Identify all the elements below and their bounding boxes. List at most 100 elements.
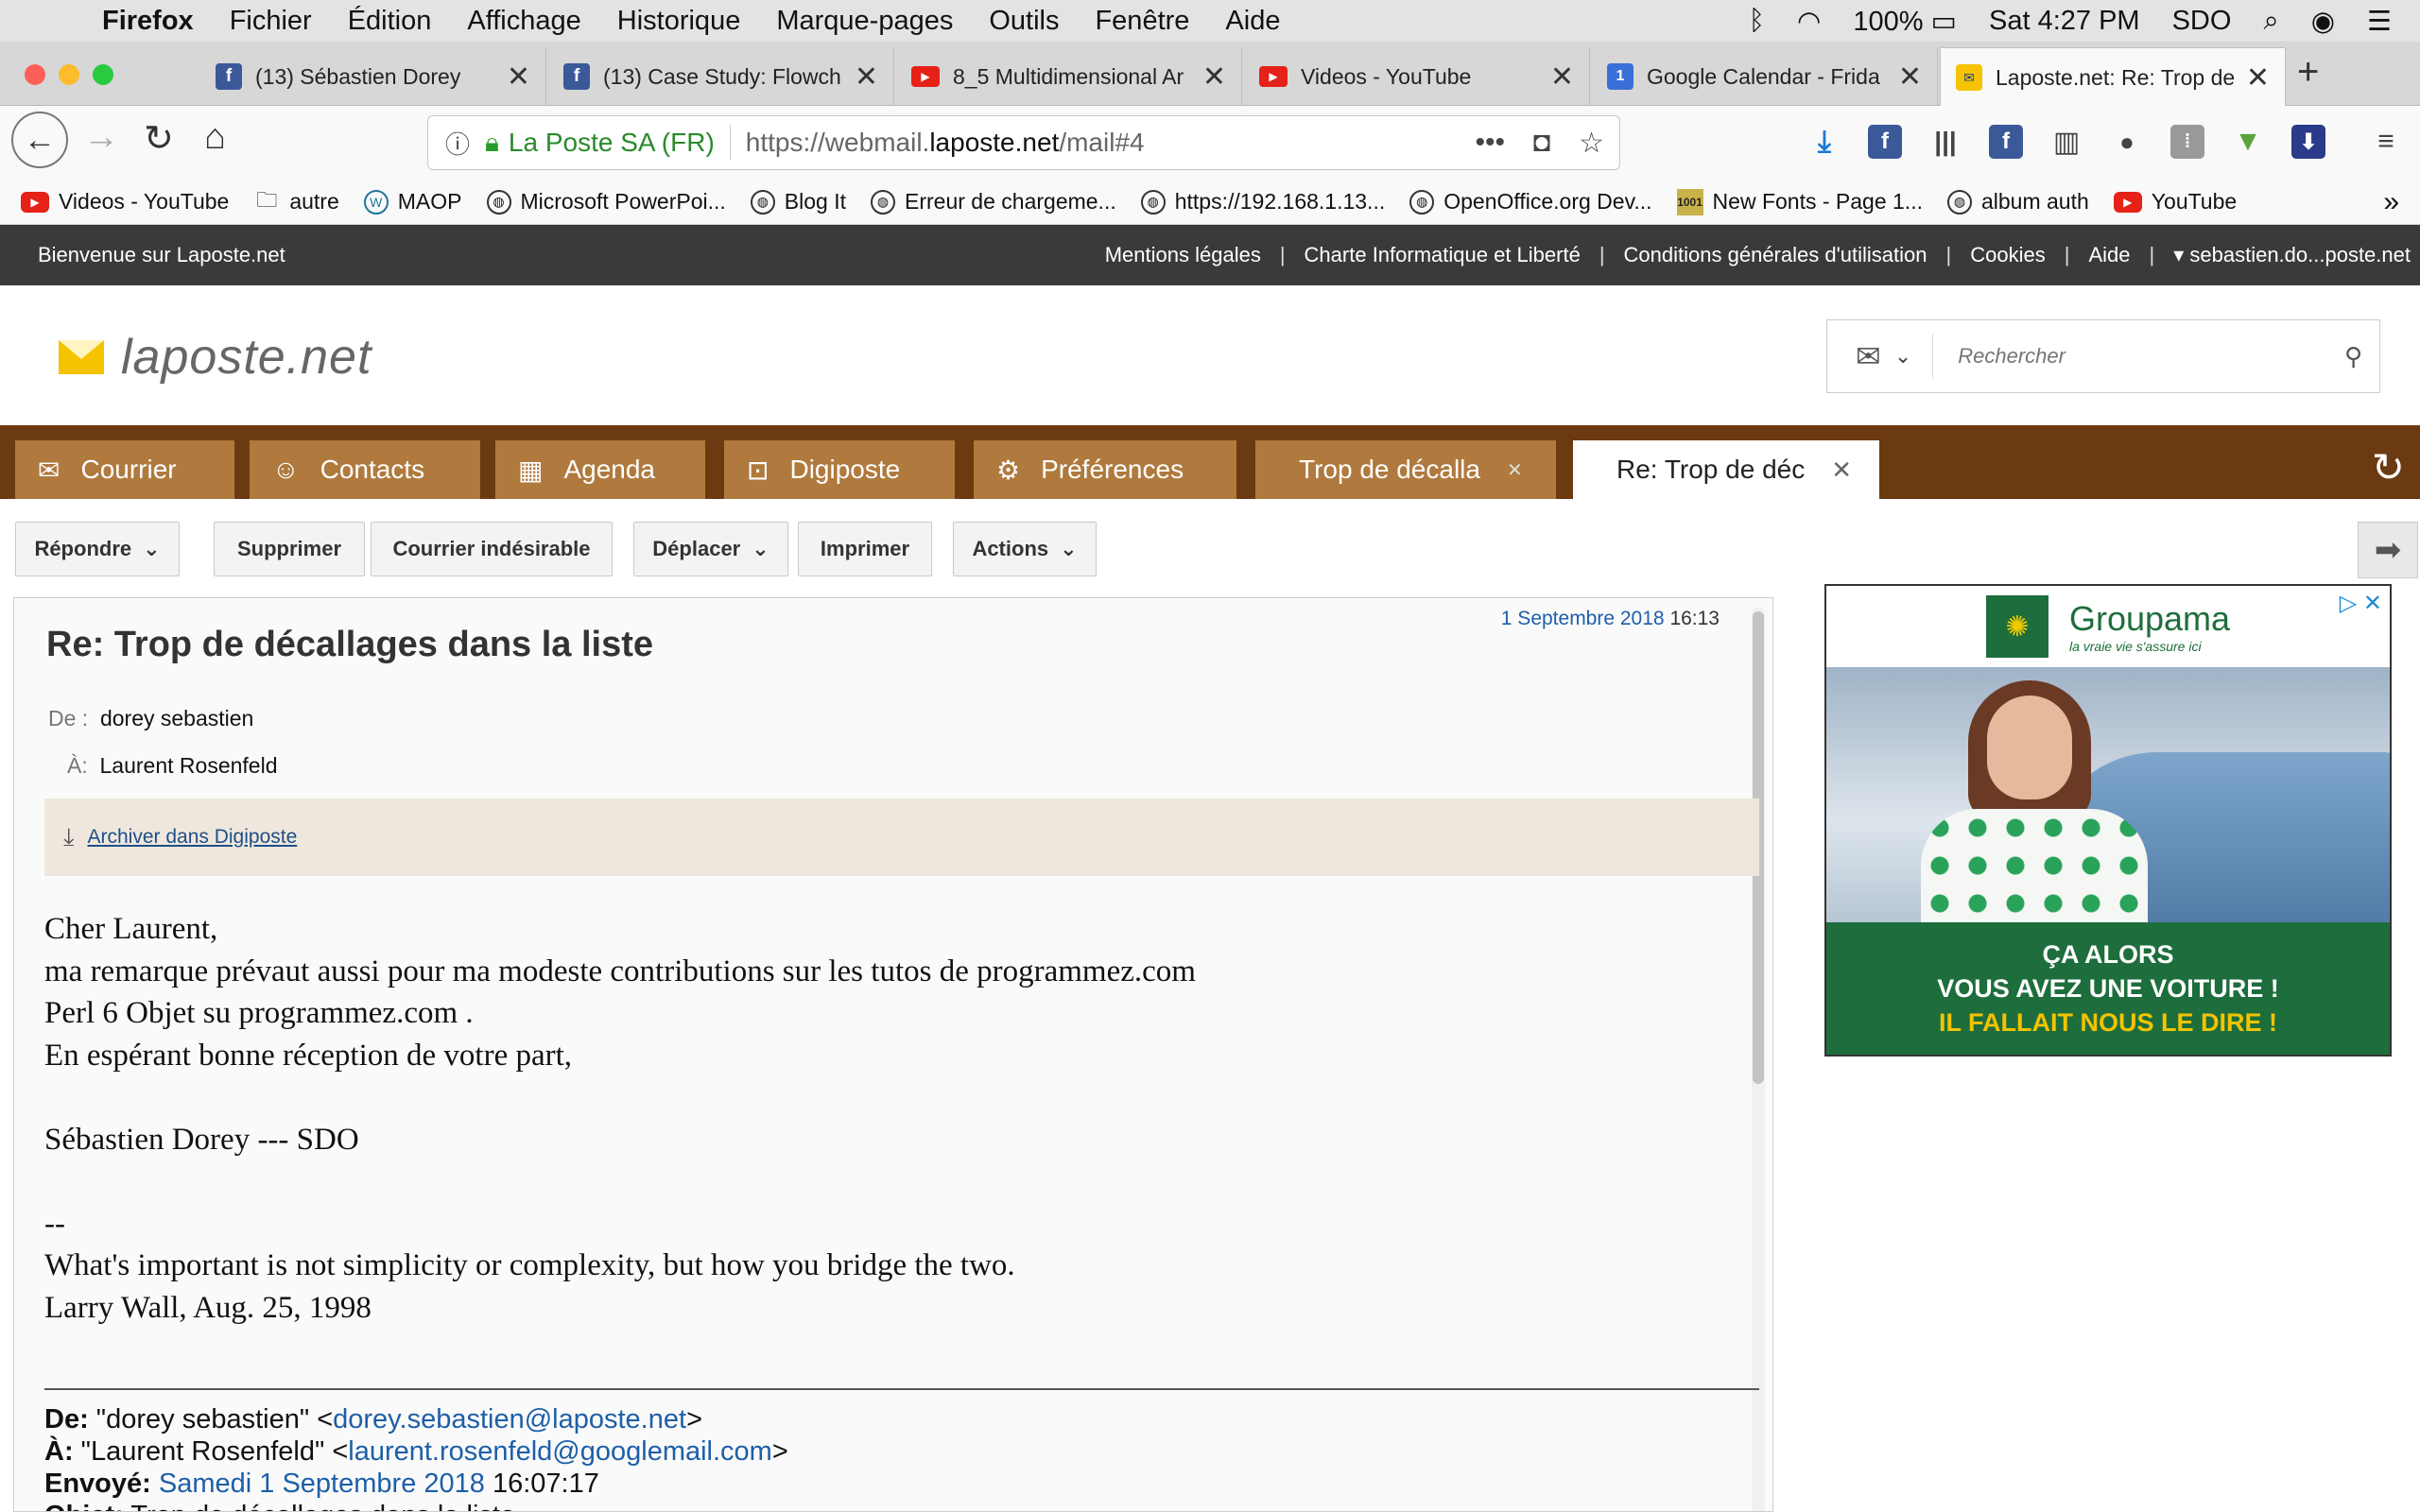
download-icon[interactable]: ⬇ (2291, 125, 2325, 159)
browser-tab[interactable]: ▶ 8_5 Multidimensional Ar ✕ (896, 47, 1242, 106)
siri-icon[interactable]: ◉ (2311, 5, 2335, 38)
quoted-from-email-link[interactable]: dorey.sebastien@laposte.net (333, 1404, 686, 1435)
menu-app-name[interactable]: Firefox (102, 6, 194, 37)
mail-filter-icon[interactable]: ✉ (1856, 338, 1881, 374)
delete-button[interactable]: Supprimer (214, 522, 365, 576)
tab-preferences[interactable]: ⚙ Préférences (974, 440, 1236, 499)
battery-icon[interactable]: ▭ (1931, 7, 1957, 37)
pocket-icon[interactable]: ◘ (1533, 127, 1550, 160)
menu-affichage[interactable]: Affichage (467, 6, 580, 37)
extension-icon[interactable]: ● (2110, 125, 2144, 159)
actions-button[interactable]: Actions ⌄ (953, 522, 1097, 576)
close-tab-icon[interactable]: ✕ (1898, 60, 1922, 94)
bookmark-item[interactable]: ◍ album auth (1946, 189, 2089, 215)
close-tab-icon[interactable]: ✕ (507, 60, 530, 94)
close-tab-icon[interactable]: ✕ (1831, 455, 1852, 485)
bookmark-item[interactable]: W MAOP (363, 189, 462, 215)
menu-fenetre[interactable]: Fenêtre (1095, 6, 1189, 37)
forward-button[interactable]: → (83, 117, 119, 158)
browser-tab-active[interactable]: ✉ Laposte.net: Re: Trop de ✕ (1940, 47, 2286, 107)
bookmark-star-icon[interactable]: ☆ (1579, 127, 1604, 160)
link-cgu[interactable]: Conditions générales d'utilisation (1605, 243, 1946, 267)
adchoices-icon[interactable]: ▷ ✕ (2340, 590, 2382, 617)
bookmark-item[interactable]: ◍ Erreur de chargeme... (871, 189, 1116, 215)
refresh-icon[interactable]: ↻ (2372, 444, 2405, 490)
browser-tab[interactable]: f (13) Sébastien Dorey ✕ (200, 47, 546, 106)
tab-contacts[interactable]: ☺ Contacts (250, 440, 480, 499)
reload-button[interactable]: ↻ (144, 117, 174, 160)
bookmark-item[interactable]: ◍ https://192.168.1.13... (1140, 189, 1385, 215)
reply-button[interactable]: Répondre ⌄ (15, 522, 180, 576)
tab-message-draft[interactable]: Trop de décalla ✕ (1255, 440, 1556, 499)
lock-icon[interactable]: 🔒︎ (485, 128, 499, 159)
tab-agenda[interactable]: ▦ Agenda (495, 440, 705, 499)
library-icon[interactable]: ||| (1928, 125, 1962, 159)
menu-icon[interactable]: ≡ (2369, 125, 2403, 159)
link-cookies[interactable]: Cookies (1951, 243, 2064, 267)
minimize-window-button[interactable] (59, 64, 79, 85)
close-tab-icon[interactable]: ✕ (1507, 458, 1523, 482)
tab-digiposte[interactable]: ⊡ Digiposte (724, 440, 955, 499)
menu-marque-pages[interactable]: Marque-pages (776, 6, 953, 37)
chevron-down-icon[interactable]: ⌄ (1894, 344, 1911, 369)
search-icon[interactable]: ⚲ (2344, 342, 2362, 371)
print-button[interactable]: Imprimer (798, 522, 932, 576)
wifi-icon[interactable]: ◠ (1797, 5, 1821, 38)
link-mentions-legales[interactable]: Mentions légales (1086, 243, 1280, 267)
quoted-to-email-link[interactable]: laurent.rosenfeld@googlemail.com (348, 1436, 772, 1467)
menu-edition[interactable]: Édition (348, 6, 432, 37)
link-aide[interactable]: Aide (2069, 243, 2149, 267)
bookmark-item[interactable]: ◍ OpenOffice.org Dev... (1409, 189, 1652, 215)
next-message-button[interactable]: ➡ (2358, 522, 2418, 578)
bookmark-folder[interactable]: 🗀 autre (253, 188, 338, 215)
close-tab-icon[interactable]: ✕ (1202, 60, 1226, 94)
close-window-button[interactable] (25, 64, 45, 85)
facebook-icon[interactable]: f (1868, 125, 1902, 159)
spotlight-search-icon[interactable]: ⌕ (2263, 6, 2278, 37)
url-text[interactable]: https://webmail.laposte.net/mail#4 (746, 128, 1145, 158)
bluetooth-icon[interactable]: ᛒ (1749, 6, 1765, 37)
site-identity[interactable]: La Poste SA (FR) (509, 128, 715, 158)
url-bar[interactable]: ⓘ 🔒︎ La Poste SA (FR) https://webmail.la… (427, 115, 1620, 170)
user-name[interactable]: SDO (2172, 6, 2232, 37)
spam-button[interactable]: Courrier indésirable (371, 522, 613, 576)
bookmark-item[interactable]: ▶ YouTube (2113, 189, 2237, 215)
menu-fichier[interactable]: Fichier (230, 6, 312, 37)
bookmark-item[interactable]: 1001 New Fonts - Page 1... (1676, 188, 1923, 215)
download-helper-icon[interactable]: ▼ (2231, 125, 2265, 159)
groupama-ad[interactable]: ✺ Groupama la vraie vie s'assure ici ▷ ✕… (1824, 584, 2392, 1057)
page-actions-icon[interactable]: ••• (1475, 127, 1505, 160)
move-button[interactable]: Déplacer ⌄ (633, 522, 788, 576)
clock[interactable]: Sat 4:27 PM (1989, 6, 2140, 37)
menu-historique[interactable]: Historique (617, 6, 741, 37)
menu-outils[interactable]: Outils (989, 6, 1059, 37)
browser-tab[interactable]: ▶ Videos - YouTube ✕ (1244, 47, 1590, 106)
home-button[interactable]: ⌂ (204, 117, 226, 158)
tab-courrier[interactable]: ✉ Courrier (15, 440, 234, 499)
downloads-icon[interactable]: ⤓ (1807, 124, 1841, 159)
notification-center-icon[interactable]: ☰ (2367, 5, 2392, 38)
to-value[interactable]: Laurent Rosenfeld (100, 753, 278, 778)
laposte-logo[interactable]: laposte.net (59, 329, 372, 386)
close-tab-icon[interactable]: ✕ (855, 60, 878, 94)
from-value[interactable]: dorey sebastien (100, 706, 253, 730)
zoom-window-button[interactable] (93, 64, 113, 85)
close-tab-icon[interactable]: ✕ (1550, 60, 1574, 94)
back-button[interactable]: ← (11, 112, 68, 168)
facebook-icon[interactable]: f (1989, 125, 2023, 159)
tab-message-open[interactable]: Re: Trop de déc ✕ (1573, 440, 1879, 499)
account-menu[interactable]: ▾ sebastien.do...poste.net (2154, 243, 2411, 267)
extension-icon[interactable]: ⁞ (2170, 125, 2204, 159)
archive-digiposte-link[interactable]: Archiver dans Digiposte (88, 826, 298, 849)
browser-tab[interactable]: 1 Google Calendar - Frida ✕ (1592, 47, 1938, 106)
browser-tab[interactable]: f (13) Case Study: Flowch ✕ (548, 47, 894, 106)
link-charte[interactable]: Charte Informatique et Liberté (1286, 243, 1599, 267)
close-tab-icon[interactable]: ✕ (2246, 61, 2270, 94)
quoted-sent-date-link[interactable]: Samedi 1 Septembre 2018 (159, 1469, 485, 1499)
sidebar-icon[interactable]: ▥ (2049, 125, 2083, 159)
info-icon[interactable]: ⓘ (445, 126, 470, 161)
menu-aide[interactable]: Aide (1225, 6, 1280, 37)
scrollbar[interactable] (1752, 608, 1765, 1511)
search-input[interactable] (1958, 344, 2318, 369)
bookmark-item[interactable]: ◍ Blog It (750, 189, 846, 215)
